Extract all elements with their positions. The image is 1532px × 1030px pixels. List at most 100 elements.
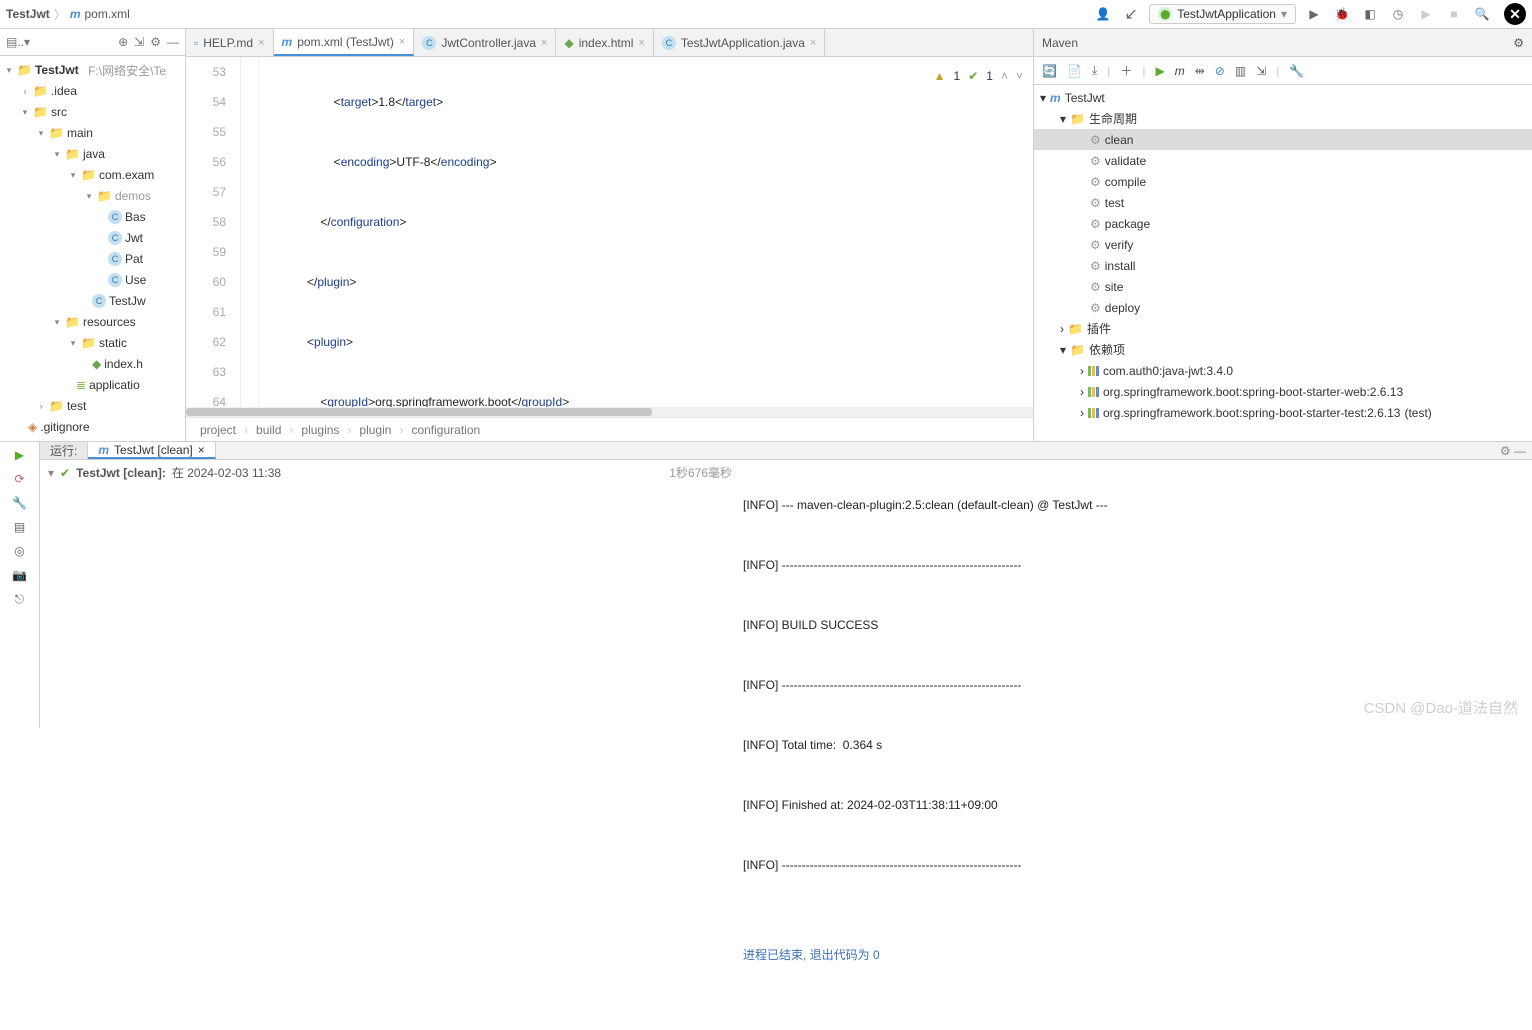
layout-icon[interactable]: ▤ [14, 520, 25, 534]
maven-goal[interactable]: test [1105, 196, 1124, 210]
tab-help[interactable]: ▫HELP.md× [186, 29, 274, 56]
html-icon: ◆ [92, 357, 101, 371]
task-tree[interactable]: ▾ ✔ TestJwt [clean]: 在 2024-02-03 11:38 … [40, 460, 740, 1030]
maven-goal[interactable]: install [1105, 259, 1136, 273]
wrench-icon[interactable]: 🔧 [12, 496, 27, 510]
tree-pkg[interactable]: com.exam [99, 168, 154, 182]
tree-file[interactable]: Jwt [125, 231, 143, 245]
editor-hscroll[interactable] [186, 407, 1033, 417]
maven-goal[interactable]: compile [1105, 175, 1146, 189]
close-tab-icon[interactable]: × [810, 37, 816, 49]
code-editor[interactable]: 535455565758596061626364 <target>1.8</ta… [186, 57, 1033, 407]
add-user-icon[interactable]: 👤 [1093, 4, 1113, 24]
exit-icon[interactable]: ⎋ [15, 592, 25, 607]
structure-breadcrumb[interactable]: project› build› plugins› plugin› configu… [186, 417, 1033, 441]
coverage-button[interactable]: ◧ [1360, 4, 1380, 24]
gear-icon[interactable]: ⚙ [150, 35, 161, 49]
maven-goal-clean[interactable]: clean [1105, 133, 1134, 147]
dependency-icon [1088, 408, 1099, 418]
maven-dep[interactable]: com.auth0:java-jwt:3.4.0 [1103, 364, 1233, 378]
skip-tests-icon[interactable]: ⊘ [1215, 64, 1225, 78]
run-side-toolbar: ▶ ⟳ 🔧 ▤ ◎ 📷 ⎋ [0, 442, 40, 728]
stop-icon[interactable]: ⟳ [14, 472, 24, 486]
tree-file[interactable]: Use [125, 273, 146, 287]
scroll-thumb[interactable] [186, 408, 652, 416]
chevron-up-icon[interactable]: ˄ [1001, 61, 1008, 91]
breadcrumb-root[interactable]: TestJwt [6, 7, 50, 21]
search-icon[interactable]: 🔍 [1472, 4, 1492, 24]
maven-dep[interactable]: org.springframework.boot:spring-boot-sta… [1103, 385, 1403, 399]
vcs-update-icon[interactable]: ↙ [1121, 4, 1141, 24]
camera-icon[interactable]: 📷 [12, 568, 27, 582]
profile-button[interactable]: ◷ [1388, 4, 1408, 24]
tree-file[interactable]: applicatio [89, 378, 140, 392]
tree-static[interactable]: static [99, 336, 127, 350]
project-mode-select[interactable]: ▤..▾ [6, 35, 30, 49]
tree-file[interactable]: Bas [125, 210, 146, 224]
maven-goal[interactable]: verify [1105, 238, 1134, 252]
tree-file[interactable]: Pat [125, 252, 143, 266]
run-tab[interactable]: m TestJwt [clean] × [88, 442, 215, 459]
close-tab-icon[interactable]: × [638, 37, 644, 49]
chevron-down-icon[interactable]: ˅ [1016, 61, 1023, 91]
chevron-down-icon[interactable]: ▾ [48, 466, 54, 480]
stop-button[interactable]: ■ [1444, 4, 1464, 24]
generate-sources-icon[interactable]: 📄 [1067, 64, 1082, 78]
rerun-icon[interactable]: ▶ [15, 448, 24, 462]
tab-index[interactable]: ◆index.html× [556, 29, 653, 56]
scroll-from-source-icon[interactable]: ⊕ [118, 35, 128, 49]
wrench-icon[interactable]: 🔧 [1289, 64, 1304, 78]
debug-button[interactable]: 🐞 [1332, 4, 1352, 24]
breadcrumb-file[interactable]: pom.xml [84, 7, 129, 21]
download-icon[interactable]: ⤓ [1092, 63, 1097, 78]
gear-icon[interactable]: ⚙ — [1500, 444, 1526, 458]
tree-main[interactable]: main [67, 126, 93, 140]
fold-column[interactable] [241, 57, 259, 407]
hide-panel-icon[interactable]: — [167, 35, 179, 49]
reload-icon[interactable]: 🔄 [1042, 64, 1057, 78]
maven-goal[interactable]: validate [1105, 154, 1146, 168]
run-button[interactable]: ▶ [1304, 4, 1324, 24]
maven-goal[interactable]: deploy [1105, 301, 1140, 315]
md-icon: ▫ [194, 36, 198, 50]
maven-tree[interactable]: ▾mTestJwt ▾📁生命周期 ⚙clean ⚙validate ⚙compi… [1034, 85, 1532, 441]
attach-button[interactable]: ▶ [1416, 4, 1436, 24]
maven-goal[interactable]: site [1105, 280, 1124, 294]
close-tab-icon[interactable]: × [399, 36, 405, 48]
console-output[interactable]: [INFO] --- maven-clean-plugin:2.5:clean … [740, 460, 1532, 1030]
task-row[interactable]: ▾ ✔ TestJwt [clean]: 在 2024-02-03 11:38 … [48, 464, 732, 481]
run-goal-icon[interactable]: ▶ [1155, 64, 1164, 78]
code-area[interactable]: <target>1.8</target> <encoding>UTF-8</en… [259, 57, 1033, 407]
close-icon[interactable]: ✕ [1504, 3, 1526, 25]
execute-icon[interactable]: m [1175, 64, 1185, 78]
tab-pom[interactable]: mpom.xml (TestJwt)× [274, 29, 415, 56]
collapse-all-icon[interactable]: ⇲ [134, 35, 144, 49]
show-deps-icon[interactable]: ▥ [1235, 64, 1246, 78]
tree-resources[interactable]: resources [83, 315, 136, 329]
close-tab-icon[interactable]: × [198, 443, 205, 457]
close-tab-icon[interactable]: × [541, 37, 547, 49]
tab-app[interactable]: CTestJwtApplication.java× [654, 29, 826, 56]
tree-root[interactable]: TestJwt [35, 63, 79, 77]
tree-src[interactable]: src [51, 105, 67, 119]
tree-file[interactable]: .gitignore [40, 420, 89, 434]
tab-jwtcontroller[interactable]: CJwtController.java× [414, 29, 556, 56]
collapse-all-icon[interactable]: ⇲ [1256, 64, 1266, 78]
target-icon[interactable]: ◎ [14, 544, 24, 558]
tree-demos[interactable]: demos [115, 189, 151, 203]
toggle-offline-icon[interactable]: ⇹ [1195, 64, 1205, 78]
tree-file[interactable]: TestJw [109, 294, 146, 308]
gear-icon: ⚙ [1090, 259, 1101, 273]
inspection-widget[interactable]: ▲1 ✔1 ˄ ˅ [934, 61, 1023, 91]
add-icon[interactable]: ＋ [1120, 62, 1132, 79]
tree-file[interactable]: index.h [104, 357, 143, 371]
tree-test[interactable]: test [67, 399, 86, 413]
close-tab-icon[interactable]: × [258, 37, 264, 49]
tree-java[interactable]: java [83, 147, 105, 161]
maven-goal[interactable]: package [1105, 217, 1150, 231]
tree-idea[interactable]: .idea [51, 84, 77, 98]
run-config-selector[interactable]: ⬤ TestJwtApplication ▾ [1149, 4, 1296, 24]
project-tree[interactable]: ▾📁TestJwt F:\网络安全\Te ›📁.idea ▾📁src ▾📁mai… [0, 56, 185, 441]
maven-dep[interactable]: org.springframework.boot:spring-boot-sta… [1103, 406, 1400, 420]
gear-icon[interactable]: ⚙ [1513, 36, 1524, 50]
